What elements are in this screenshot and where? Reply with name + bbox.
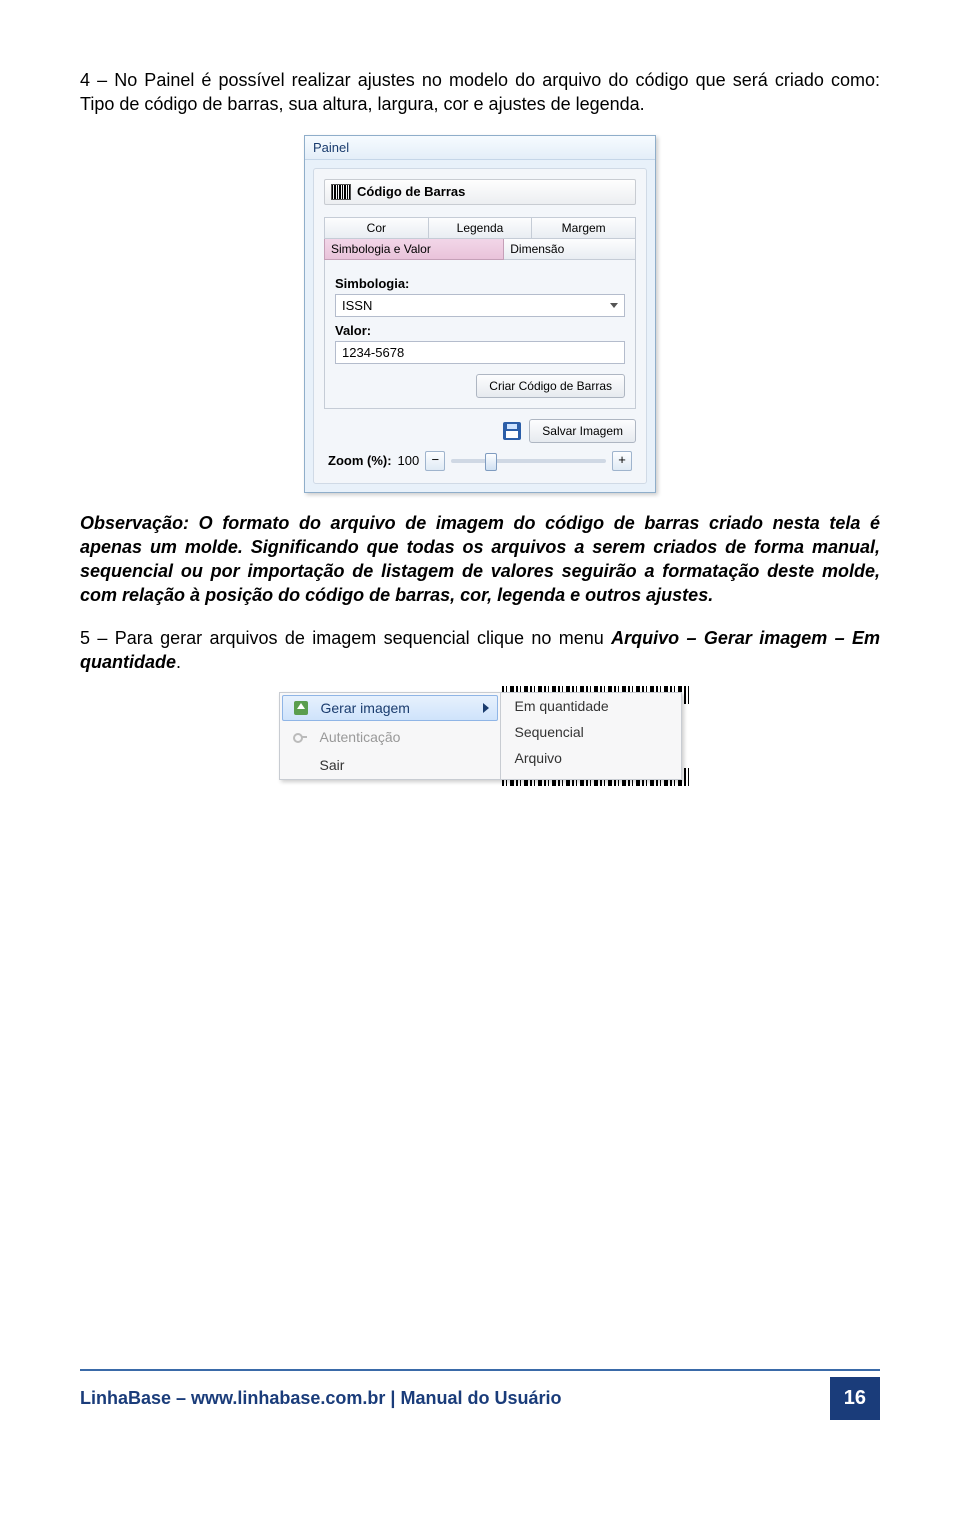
- paragraph-4: 4 – No Painel é possível realizar ajuste…: [80, 68, 880, 117]
- menu-autenticacao[interactable]: Autenticação: [280, 723, 500, 751]
- simbologia-label: Simbologia:: [335, 276, 625, 291]
- submenu-arquivo[interactable]: Arquivo: [501, 745, 681, 771]
- zoom-value: 100: [398, 453, 420, 468]
- salvar-imagem-button[interactable]: Salvar Imagem: [529, 419, 636, 443]
- chevron-down-icon: [610, 303, 618, 308]
- chevron-right-icon: [483, 703, 489, 713]
- menu-gerar-imagem[interactable]: Gerar imagem: [282, 695, 498, 721]
- section-label: Código de Barras: [357, 184, 465, 199]
- key-icon: [293, 730, 307, 744]
- tab-margem[interactable]: Margem: [532, 217, 636, 239]
- menu-sair-label: Sair: [320, 757, 345, 773]
- section-codigo-barras[interactable]: Código de Barras: [324, 179, 636, 205]
- tab-legenda[interactable]: Legenda: [429, 217, 533, 239]
- menu-gerar-label: Gerar imagem: [321, 700, 410, 716]
- submenu-em-quantidade[interactable]: Em quantidade: [501, 693, 681, 719]
- painel-titlebar: Painel: [305, 136, 655, 160]
- zoom-label: Zoom (%):: [328, 453, 392, 468]
- valor-label: Valor:: [335, 323, 625, 338]
- barcode-icon: [331, 184, 351, 200]
- paragraph-5: 5 – Para gerar arquivos de imagem sequen…: [80, 626, 880, 675]
- page-footer: LinhaBase – www.linhabase.com.br | Manua…: [80, 1369, 880, 1420]
- export-icon: [294, 701, 308, 715]
- para5-text-a: 5 – Para gerar arquivos de imagem sequen…: [80, 628, 611, 648]
- footer-text: LinhaBase – www.linhabase.com.br | Manua…: [80, 1388, 561, 1409]
- slider-thumb[interactable]: [485, 453, 497, 471]
- observacao-paragraph: Observação: O formato do arquivo de imag…: [80, 511, 880, 608]
- simbologia-value: ISSN: [342, 298, 372, 313]
- painel-screenshot: Painel Código de Barras Cor Legenda Marg…: [80, 135, 880, 493]
- zoom-minus-button[interactable]: −: [425, 451, 445, 471]
- para5-text-c: .: [176, 652, 181, 672]
- zoom-slider[interactable]: [451, 459, 606, 463]
- painel-window: Painel Código de Barras Cor Legenda Marg…: [304, 135, 656, 493]
- context-menu: Gerar imagem Autenticação Sair Em quanti…: [279, 692, 682, 780]
- criar-codigo-button[interactable]: Criar Código de Barras: [476, 374, 625, 398]
- submenu-sequencial[interactable]: Sequencial: [501, 719, 681, 745]
- tab-dimensao[interactable]: Dimensão: [504, 239, 636, 260]
- menu-sair[interactable]: Sair: [280, 751, 500, 779]
- simbologia-combo[interactable]: ISSN: [335, 294, 625, 317]
- tab-cor[interactable]: Cor: [324, 217, 429, 239]
- save-icon: [503, 422, 521, 440]
- menu-autenticacao-label: Autenticação: [320, 729, 401, 745]
- page-number: 16: [830, 1377, 880, 1420]
- zoom-plus-button[interactable]: +: [612, 451, 632, 471]
- valor-input[interactable]: 1234-5678: [335, 341, 625, 364]
- menu-screenshot: Gerar imagem Autenticação Sair Em quanti…: [80, 692, 880, 780]
- tab-simbologia-valor[interactable]: Simbologia e Valor: [324, 239, 504, 260]
